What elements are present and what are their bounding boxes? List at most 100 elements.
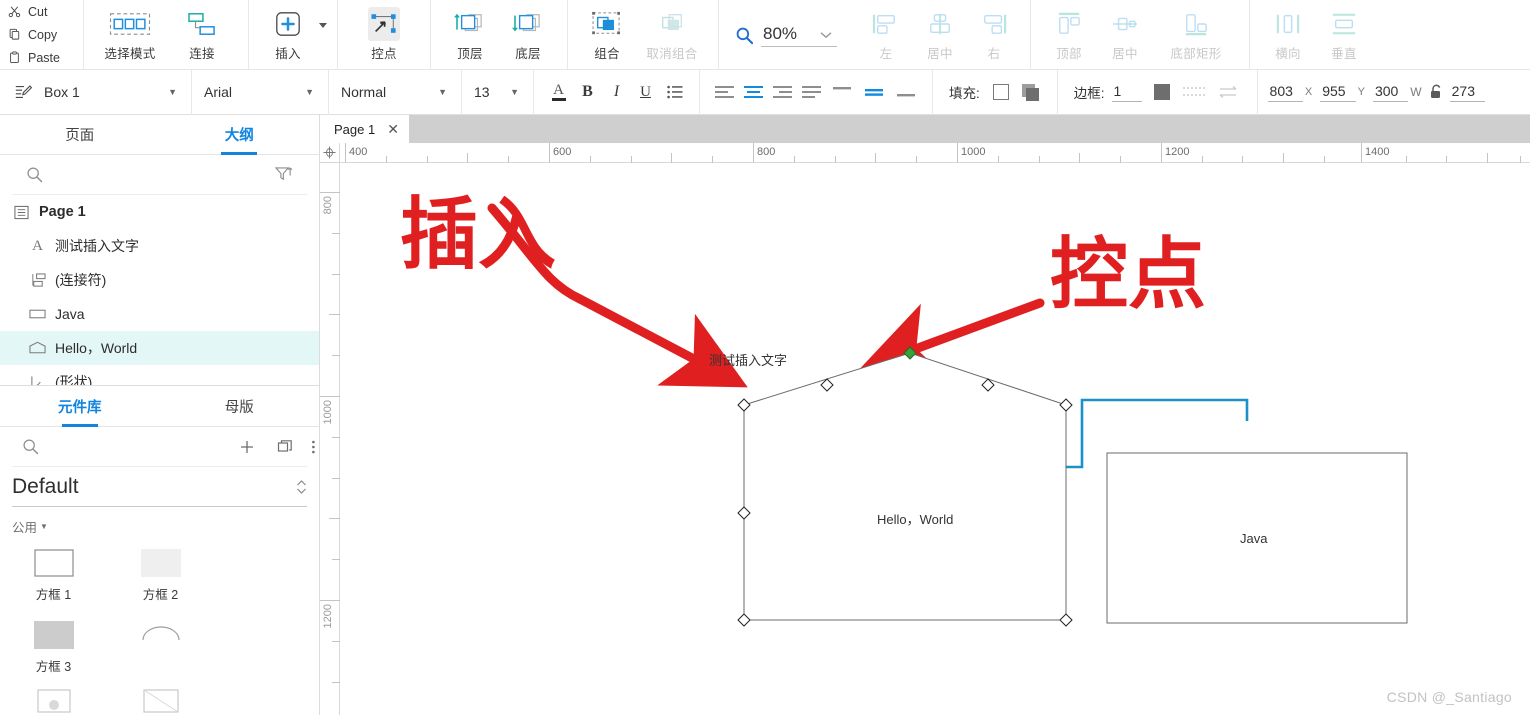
- control-point-button[interactable]: 控点: [348, 0, 420, 70]
- align-bottom-button[interactable]: 底部矩形: [1153, 0, 1239, 70]
- zoom-chevron-down-icon[interactable]: [820, 31, 832, 39]
- search-icon[interactable]: [26, 166, 43, 183]
- height-input[interactable]: 273: [1450, 83, 1485, 102]
- font-family-select[interactable]: Arial ▼: [200, 79, 320, 105]
- ribbon-group-distribute: 横向 垂直: [1250, 0, 1382, 70]
- library-item-ellipse[interactable]: [107, 614, 214, 644]
- copy-button[interactable]: Copy: [6, 24, 83, 45]
- align-right-label: 右: [988, 43, 1001, 62]
- ribbon-group-align-v: 顶部 居中: [1031, 0, 1250, 70]
- tree-item-hello-world[interactable]: Hello，World: [0, 331, 319, 365]
- align-left-button[interactable]: 左: [860, 0, 912, 70]
- font-style-select[interactable]: Normal ▼: [337, 79, 453, 105]
- search-icon[interactable]: [22, 438, 39, 455]
- more-vertical-icon[interactable]: [303, 439, 320, 455]
- paste-button[interactable]: Paste: [6, 47, 83, 68]
- group-button[interactable]: 组合: [578, 0, 636, 70]
- cut-button[interactable]: Cut: [6, 1, 83, 22]
- border-color-button[interactable]: [1148, 78, 1177, 107]
- border-style-button[interactable]: [1177, 78, 1211, 107]
- font-color-button[interactable]: A: [544, 78, 573, 107]
- horizontal-ruler[interactable]: 400 600 800 1000 1200 1400: [320, 143, 1530, 163]
- ruler-label: 400: [349, 146, 367, 158]
- border-arrow-button[interactable]: [1211, 78, 1245, 107]
- tab-pages[interactable]: 页面: [0, 115, 160, 154]
- italic-button[interactable]: I: [602, 78, 631, 107]
- bring-to-front-button[interactable]: 顶层: [441, 0, 499, 70]
- x-position-input[interactable]: 803: [1268, 83, 1303, 102]
- tab-library[interactable]: 元件库: [0, 386, 160, 426]
- control-point-label: 控点: [371, 43, 397, 62]
- tab-masters[interactable]: 母版: [160, 386, 320, 426]
- align-center-button[interactable]: [739, 78, 768, 107]
- insert-dropdown-button[interactable]: [317, 0, 327, 40]
- close-icon[interactable]: ✕: [387, 121, 399, 138]
- library-item-box3[interactable]: 方框 3: [0, 614, 107, 686]
- font-size-select[interactable]: 13 ▼: [470, 79, 525, 105]
- ruler-label: 1000: [322, 400, 334, 424]
- unlock-icon[interactable]: [1430, 84, 1444, 100]
- tree-item-page1[interactable]: Page 1: [0, 195, 319, 229]
- y-position-input[interactable]: 955: [1320, 83, 1355, 102]
- tree-item-text[interactable]: A 测试插入文字: [0, 229, 319, 263]
- fill-none-swatch: [993, 84, 1009, 100]
- align-top-button[interactable]: 顶部: [1041, 0, 1097, 70]
- filter-sort-icon[interactable]: [275, 166, 293, 183]
- text-object-label[interactable]: 测试插入文字: [709, 350, 787, 369]
- fill-color-button[interactable]: [1016, 78, 1045, 107]
- align-center-h-button[interactable]: 居中: [912, 0, 968, 70]
- valign-top-button[interactable]: [826, 78, 858, 107]
- distribute-vertical-button[interactable]: 垂直: [1316, 0, 1372, 70]
- library-group-header[interactable]: 公用 ▼: [0, 507, 319, 540]
- bring-to-front-icon: [454, 7, 486, 41]
- pentagon-shape[interactable]: [744, 353, 1066, 620]
- align-top-label: 顶部: [1056, 43, 1082, 62]
- align-left-button[interactable]: [710, 78, 739, 107]
- tree-item-shape[interactable]: (形状): [0, 365, 319, 385]
- width-input[interactable]: 300: [1373, 83, 1408, 102]
- vertical-ruler[interactable]: 800 1000 1200: [320, 163, 340, 715]
- duplicate-icon[interactable]: [267, 439, 303, 455]
- shape-name-select[interactable]: Box 1 ▼: [40, 79, 183, 105]
- fill-none-button[interactable]: [987, 78, 1016, 107]
- bold-button[interactable]: B: [573, 78, 602, 107]
- shape-name-group: Box 1 ▼: [0, 70, 192, 115]
- valign-bottom-button[interactable]: [890, 78, 922, 107]
- library-item-image[interactable]: [0, 686, 107, 716]
- insert-button[interactable]: 插入: [259, 0, 317, 70]
- bullet-list-button[interactable]: [660, 78, 689, 107]
- library-selector[interactable]: Default: [12, 467, 307, 507]
- outline-search-input[interactable]: [51, 166, 275, 183]
- border-width-input[interactable]: 1: [1112, 83, 1142, 102]
- align-middle-v-button[interactable]: 居中: [1097, 0, 1153, 70]
- library-item-box1[interactable]: 方框 1: [0, 542, 107, 614]
- ungroup-button[interactable]: 取消组合: [636, 0, 708, 70]
- underline-button[interactable]: U: [631, 78, 660, 107]
- zoom-control[interactable]: 80%: [719, 0, 850, 70]
- updown-chevron-icon[interactable]: [296, 478, 307, 496]
- library-search-input[interactable]: [47, 438, 227, 455]
- tree-item-java[interactable]: Java: [0, 297, 319, 331]
- connect-button[interactable]: 连接: [166, 0, 238, 70]
- library-item-box2[interactable]: 方框 2: [107, 542, 214, 614]
- send-to-back-button[interactable]: 底层: [499, 0, 557, 70]
- ruler-origin[interactable]: [320, 143, 340, 163]
- select-mode-button[interactable]: 选择模式: [94, 0, 166, 70]
- box-outline-icon: [34, 542, 74, 584]
- align-right-button[interactable]: 右: [968, 0, 1020, 70]
- page-tab-page1[interactable]: Page 1 ✕: [320, 115, 409, 143]
- drawing-sheet[interactable]: 插入 控点: [340, 163, 1530, 715]
- tree-item-label: (形状): [55, 372, 92, 385]
- align-justify-button[interactable]: [797, 78, 826, 107]
- library-item-placeholder[interactable]: [107, 686, 214, 716]
- distribute-horizontal-button[interactable]: 横向: [1260, 0, 1316, 70]
- tab-outline[interactable]: 大纲: [160, 115, 320, 154]
- ribbon-toolbar: Cut Copy Paste: [0, 0, 1530, 70]
- tree-item-connector[interactable]: (连接符): [0, 263, 319, 297]
- ribbon-group-group: 组合 取消组合: [568, 0, 719, 70]
- valign-middle-button[interactable]: [858, 78, 890, 107]
- plus-icon[interactable]: [227, 439, 267, 455]
- align-right-button[interactable]: [768, 78, 797, 107]
- ruler-label: 800: [757, 146, 775, 158]
- library-item-label: 方框 3: [36, 656, 71, 675]
